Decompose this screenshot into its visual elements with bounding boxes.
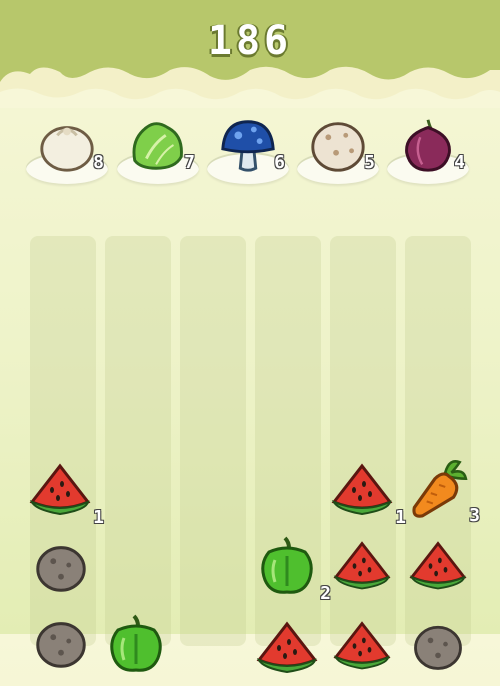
watermelon-icon	[28, 458, 92, 522]
board-piece[interactable]: 1	[330, 458, 406, 528]
target-slot: 4	[387, 112, 469, 192]
watermelon-icon	[330, 458, 394, 522]
red-onion-icon	[397, 114, 459, 176]
watermelon-icon	[332, 616, 392, 676]
potato-icon	[30, 536, 92, 598]
bell-pepper-icon	[104, 612, 168, 676]
watermelon-icon	[332, 536, 392, 596]
carrot-icon	[404, 456, 470, 522]
board-piece[interactable]	[255, 616, 327, 686]
blue-mushroom-icon	[217, 114, 279, 176]
board-piece[interactable]	[30, 612, 102, 682]
board-column[interactable]	[180, 236, 246, 646]
board-piece[interactable]: 3	[404, 456, 480, 526]
target-count: 8	[93, 152, 104, 173]
target-slot: 5	[297, 112, 379, 192]
target-count: 5	[364, 152, 375, 173]
board-piece[interactable]	[332, 616, 404, 686]
piece-count: 2	[320, 583, 331, 604]
target-slot: 6	[207, 112, 289, 192]
cream-trim	[0, 66, 500, 108]
board-piece[interactable]	[408, 536, 480, 606]
piece-count: 3	[469, 505, 480, 526]
board-piece[interactable]: 2	[255, 534, 331, 604]
piece-count: 1	[93, 507, 104, 528]
target-count: 7	[184, 152, 195, 173]
bun-icon	[36, 114, 98, 176]
game-board: 1 2 1 3	[0, 236, 500, 634]
target-count: 4	[454, 152, 465, 173]
board-piece[interactable]	[332, 536, 404, 606]
target-slot: 7	[117, 112, 199, 192]
potato-icon	[307, 114, 369, 176]
board-piece[interactable]: 1	[28, 458, 104, 528]
score-display: 186	[207, 18, 293, 64]
board-column[interactable]	[105, 236, 171, 646]
potato-icon	[30, 612, 92, 674]
target-goals: 8 7 6 5 4	[0, 112, 500, 192]
bell-pepper-icon	[255, 534, 319, 598]
target-count: 6	[274, 152, 285, 173]
lettuce-icon	[127, 114, 189, 176]
watermelon-icon	[408, 536, 468, 596]
watermelon-icon	[255, 616, 319, 680]
board-piece[interactable]	[104, 612, 176, 682]
target-slot: 8	[26, 112, 108, 192]
board-piece[interactable]	[30, 536, 102, 606]
potato-icon	[408, 616, 468, 676]
board-piece[interactable]	[408, 616, 480, 686]
